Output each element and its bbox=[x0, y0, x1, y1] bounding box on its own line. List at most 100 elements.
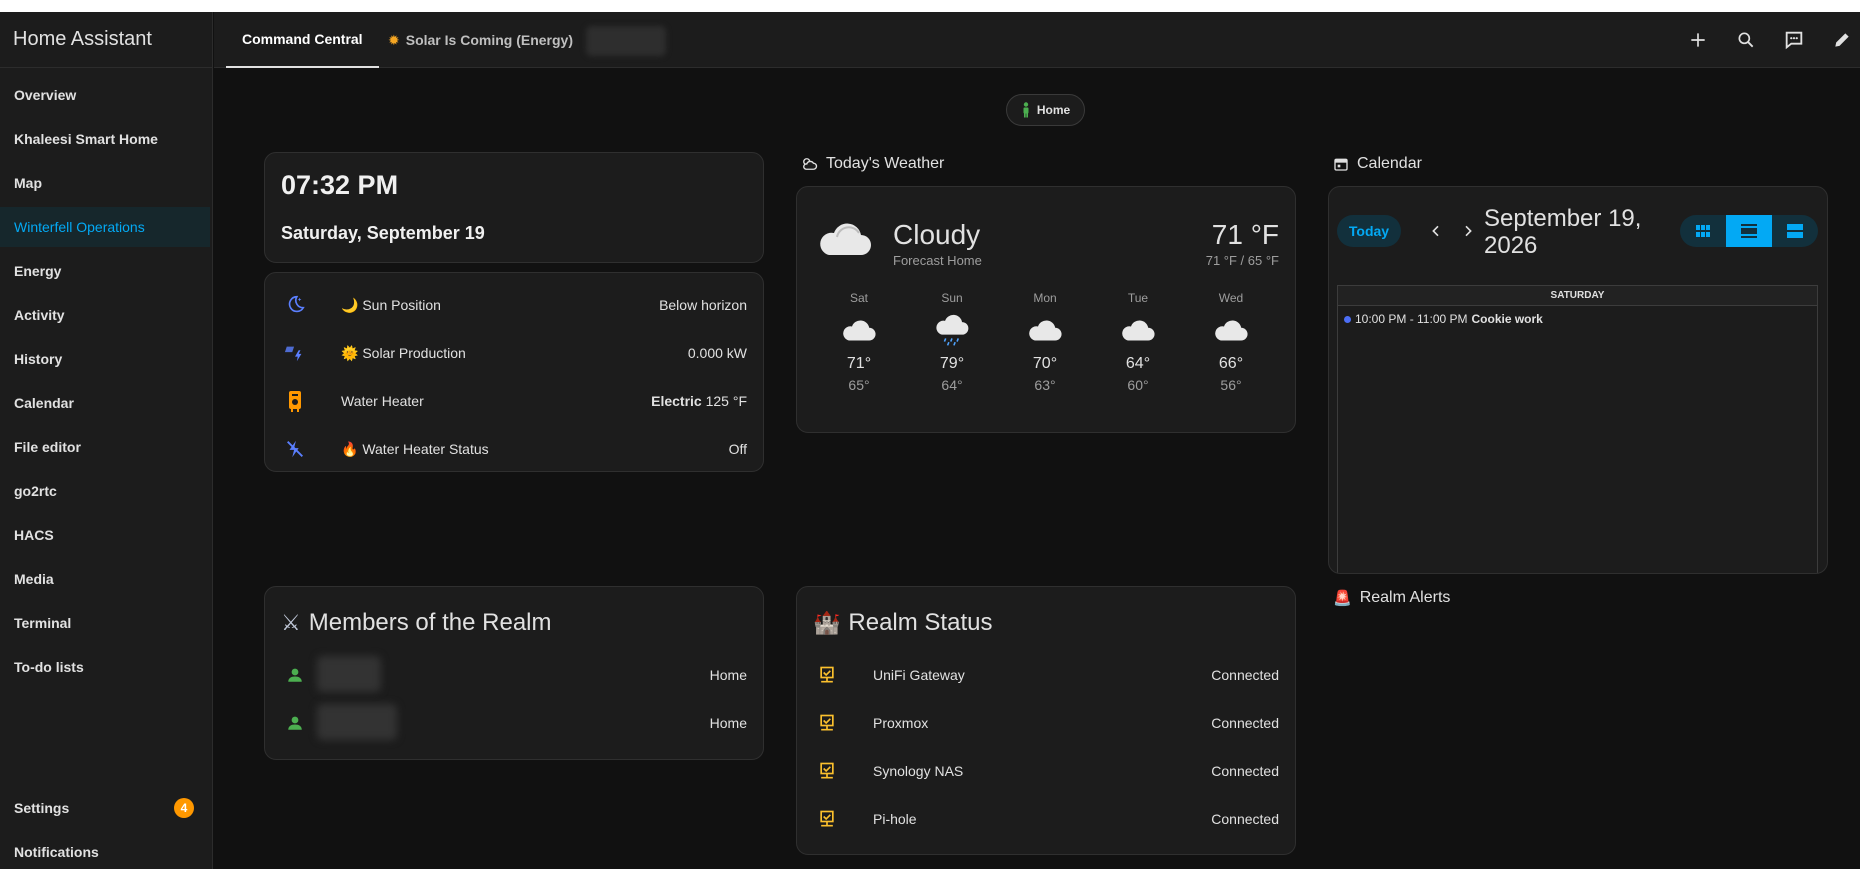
entity-value: Off bbox=[728, 441, 747, 457]
assist-button[interactable] bbox=[1778, 24, 1810, 56]
member-name-redacted bbox=[317, 703, 397, 740]
plus-icon bbox=[1691, 33, 1705, 47]
sidebar-item-map[interactable]: Map bbox=[0, 163, 210, 203]
today-button[interactable]: Today bbox=[1337, 215, 1401, 247]
sidebar-item-notifications[interactable]: Notifications bbox=[0, 832, 210, 869]
entity-value: Electric 125 °F bbox=[651, 393, 747, 409]
home-presence-chip[interactable]: Home bbox=[1006, 94, 1085, 126]
account-icon bbox=[281, 709, 309, 737]
realm-row-synology-nas[interactable]: Synology NAS Connected bbox=[813, 751, 1279, 791]
cloudy-icon bbox=[1029, 320, 1062, 341]
calendar-date-label: September 19, 2026 bbox=[1484, 205, 1642, 259]
realm-device-status: Connected bbox=[1211, 811, 1279, 827]
person-icon bbox=[1023, 102, 1029, 118]
calendar-event[interactable]: 10:00 PM - 11:00 PM Cookie work bbox=[1344, 312, 1543, 326]
entity-row-water-heater-status[interactable]: 🔥 Water Heater Status Off bbox=[281, 429, 747, 469]
section-title-text: Today's Weather bbox=[826, 155, 945, 172]
tab-redacted[interactable] bbox=[586, 26, 666, 56]
forecast-day: Sat 71° 65° bbox=[829, 291, 889, 393]
member-row[interactable]: Home bbox=[281, 655, 747, 695]
sidebar-item-go2rtc[interactable]: go2rtc bbox=[0, 471, 210, 511]
forecast-high: 71° bbox=[846, 355, 872, 372]
forecast-high: 70° bbox=[1032, 355, 1058, 372]
next-button[interactable] bbox=[1454, 217, 1482, 245]
card-title-text: Realm Status bbox=[848, 609, 993, 636]
clock-date: Saturday, September 19 bbox=[281, 223, 485, 243]
entity-value-temp: 125 °F bbox=[705, 393, 747, 409]
prev-button[interactable] bbox=[1422, 217, 1450, 245]
month-view-button[interactable] bbox=[1680, 215, 1726, 247]
list-view-button[interactable] bbox=[1772, 215, 1818, 247]
member-row[interactable]: Home bbox=[281, 703, 747, 743]
event-dot bbox=[1344, 315, 1351, 323]
entity-row-sun-position[interactable]: 🌙 Sun Position Below horizon bbox=[281, 285, 747, 325]
sidebar-item-todo-lists[interactable]: To-do lists bbox=[0, 647, 210, 687]
view-module-icon bbox=[1696, 225, 1710, 237]
tab-solar-is-coming[interactable]: ✹ Solar Is Coming (Energy) bbox=[388, 12, 573, 68]
section-title-text: Realm Alerts bbox=[1359, 589, 1451, 606]
realm-row-unifi-gateway[interactable]: UniFi Gateway Connected bbox=[813, 655, 1279, 695]
sidebar-item-overview[interactable]: Overview bbox=[0, 75, 210, 115]
sidebar-item-terminal[interactable]: Terminal bbox=[0, 603, 210, 643]
clock-time: 07:32 PM bbox=[281, 170, 399, 200]
cloudy-icon bbox=[1215, 320, 1248, 341]
crossed-swords-icon: ⚔ bbox=[281, 610, 301, 635]
day-view-button[interactable] bbox=[1726, 215, 1772, 247]
sun-icon: ✹ bbox=[388, 31, 400, 48]
entity-name: 🌙 Sun Position bbox=[341, 296, 441, 313]
search-button[interactable] bbox=[1730, 24, 1762, 56]
realm-row-pi-hole[interactable]: Pi-hole Connected bbox=[813, 799, 1279, 839]
sidebar-item-hacs[interactable]: HACS bbox=[0, 515, 210, 555]
edit-button[interactable] bbox=[1826, 24, 1858, 56]
forecast-day: Sun 79° 64° bbox=[922, 291, 982, 393]
sidebar-item-media[interactable]: Media bbox=[0, 559, 210, 599]
calendar-card: Today September 19, 2026 SATURDAY 10:00 … bbox=[1328, 186, 1828, 574]
entity-row-water-heater[interactable]: Water Heater Electric 125 °F bbox=[281, 381, 747, 421]
forecast-low: 65° bbox=[848, 377, 870, 393]
settings-badge: 4 bbox=[174, 798, 194, 818]
cloudy-icon bbox=[820, 223, 871, 255]
sidebar-item-settings[interactable]: Settings 4 bbox=[0, 788, 210, 828]
view-agenda-icon bbox=[1787, 224, 1803, 238]
sidebar-item-energy[interactable]: Energy bbox=[0, 251, 210, 291]
sidebar-item-label: Settings bbox=[14, 800, 70, 816]
cloudy-icon bbox=[843, 320, 876, 341]
realm-device-status: Connected bbox=[1211, 763, 1279, 779]
realm-row-proxmox[interactable]: Proxmox Connected bbox=[813, 703, 1279, 743]
forecast-low: 64° bbox=[941, 377, 963, 393]
section-title-text: Calendar bbox=[1357, 155, 1422, 172]
tab-command-central[interactable]: Command Central bbox=[226, 12, 379, 68]
day-header: SATURDAY bbox=[1338, 286, 1817, 306]
entity-row-solar-production[interactable]: 🌞 Solar Production 0.000 kW bbox=[281, 333, 747, 373]
card-title-text: Members of the Realm bbox=[308, 609, 552, 636]
forecast-low: 56° bbox=[1220, 377, 1242, 393]
forecast-day: Tue 64° 60° bbox=[1108, 291, 1168, 393]
entity-name: 🌞 Solar Production bbox=[341, 344, 466, 361]
clock-card: 07:32 PM Saturday, September 19 bbox=[264, 152, 764, 263]
entity-name: 🔥 Water Heater Status bbox=[341, 440, 489, 457]
sidebar-item-history[interactable]: History bbox=[0, 339, 210, 379]
sidebar-item-file-editor[interactable]: File editor bbox=[0, 427, 210, 467]
sidebar-item-winterfell-operations[interactable]: Winterfell Operations bbox=[0, 207, 210, 247]
calendar-view-toggle bbox=[1680, 215, 1818, 247]
entity-value: Below horizon bbox=[659, 297, 747, 313]
member-name-redacted bbox=[317, 655, 381, 692]
sidebar-item-activity[interactable]: Activity bbox=[0, 295, 210, 335]
realm-device-name: Synology NAS bbox=[873, 763, 964, 779]
realm-status-card: 🏰 Realm Status UniFi Gateway Connected P… bbox=[796, 586, 1296, 855]
lan-connect-icon bbox=[813, 661, 841, 689]
add-button[interactable] bbox=[1682, 24, 1714, 56]
home-chip-label: Home bbox=[1036, 103, 1071, 117]
sidebar-item-calendar[interactable]: Calendar bbox=[0, 383, 210, 423]
rainy-icon bbox=[936, 314, 969, 346]
lan-connect-icon bbox=[813, 805, 841, 833]
sidebar-item-khaleesi-smart-home[interactable]: Khaleesi Smart Home bbox=[0, 119, 210, 159]
alarm-light-icon: 🚨 bbox=[1333, 590, 1352, 607]
weather-high-low: 71 °F / 65 °F bbox=[1205, 253, 1279, 268]
forecast-day-label: Sat bbox=[849, 291, 868, 305]
weather-forecast-card[interactable]: Cloudy Forecast Home 71 °F 71 °F / 65 °F… bbox=[796, 186, 1296, 433]
weather-section-title: Today's Weather bbox=[800, 155, 944, 173]
forecast-day-label: Sun bbox=[941, 291, 963, 305]
realm-device-status: Connected bbox=[1211, 667, 1279, 683]
water-boiler-icon bbox=[281, 387, 309, 415]
